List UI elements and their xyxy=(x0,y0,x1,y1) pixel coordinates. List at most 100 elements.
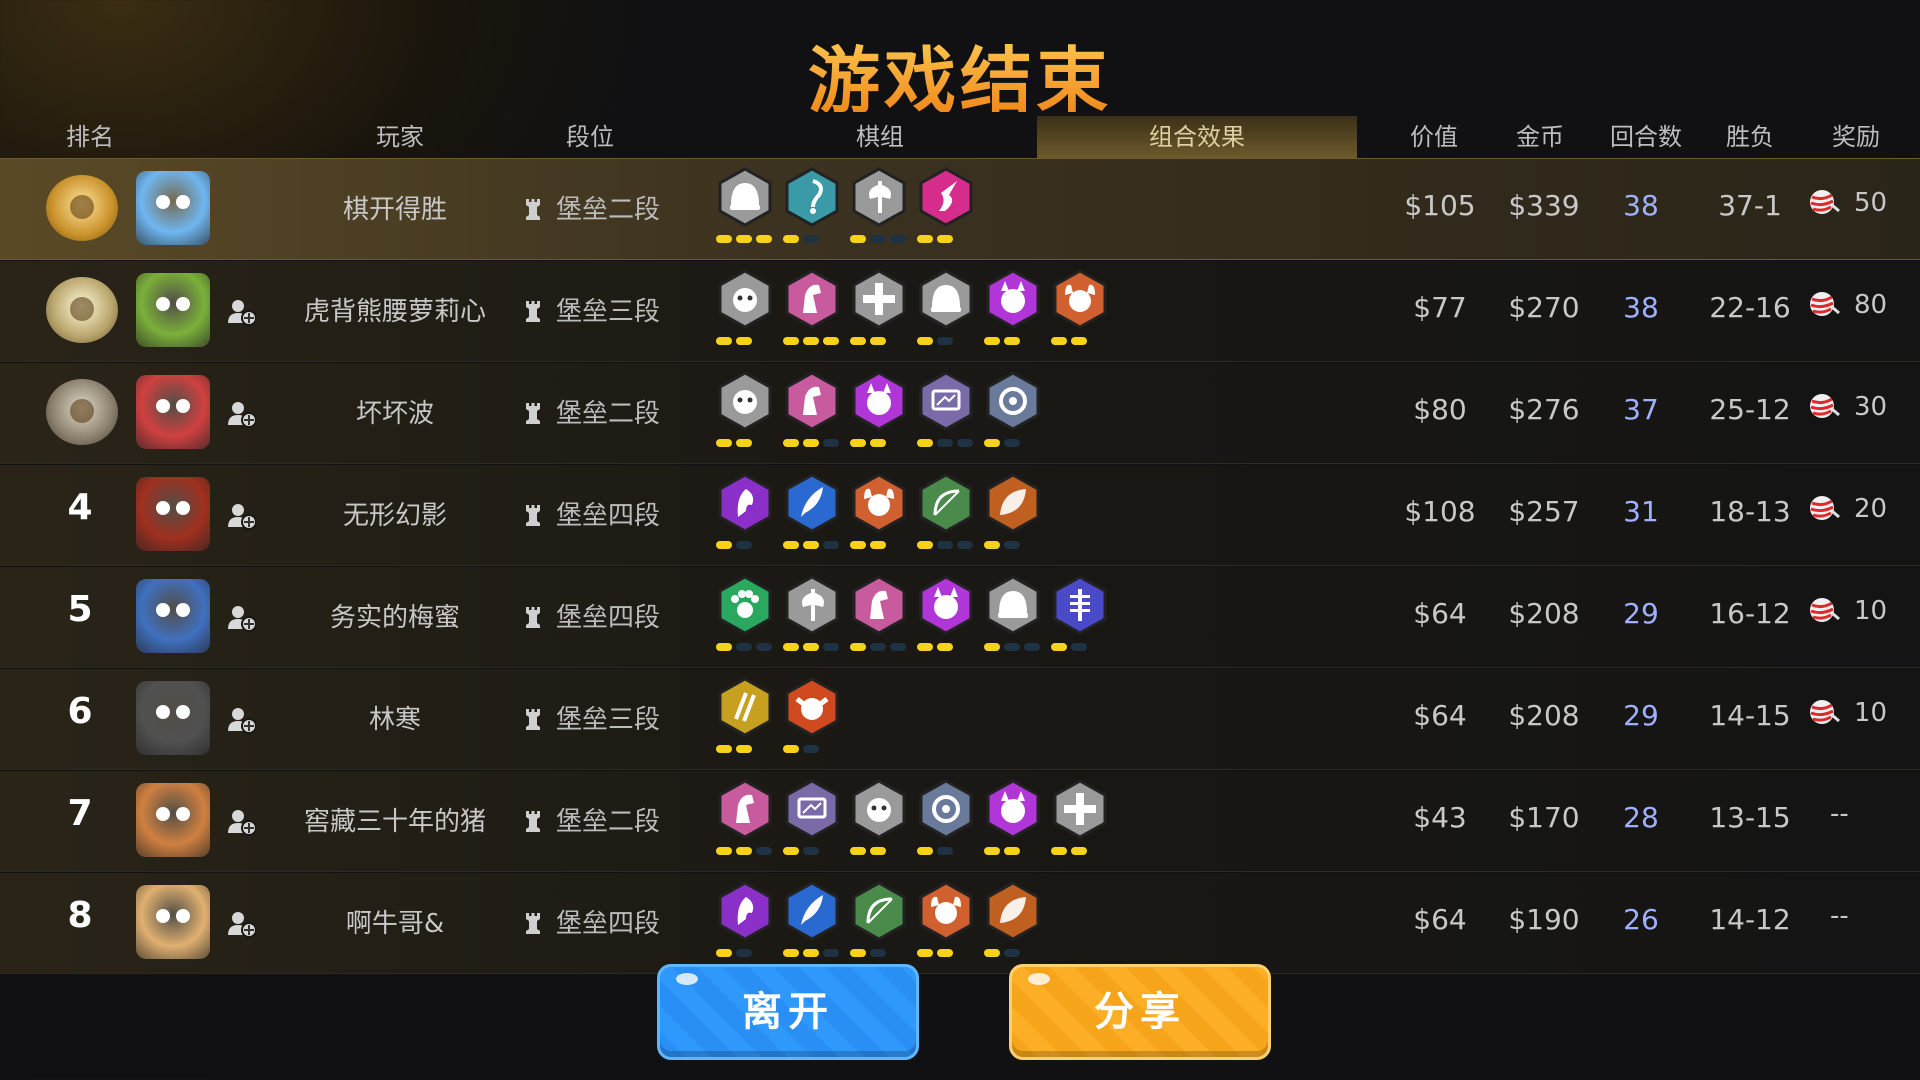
dragon-icon[interactable] xyxy=(917,779,975,839)
beast-icon[interactable] xyxy=(716,269,774,329)
demon-icon[interactable] xyxy=(917,575,975,635)
dragon-icon[interactable] xyxy=(984,371,1042,431)
flame-icon[interactable] xyxy=(917,167,975,227)
winloss-cell: 16-12 xyxy=(1709,597,1791,630)
rook-icon xyxy=(526,709,540,730)
silver-medal xyxy=(46,277,118,343)
tier-label: 堡垒二段 xyxy=(524,393,660,430)
beast-icon[interactable] xyxy=(716,371,774,431)
player-avatar[interactable] xyxy=(136,273,210,347)
bronze-medal xyxy=(46,379,118,445)
viking-icon[interactable] xyxy=(850,473,908,533)
synergy-level-bar xyxy=(716,847,772,855)
viking-icon[interactable] xyxy=(1051,269,1109,329)
leaf-icon[interactable] xyxy=(984,881,1042,941)
feather-icon[interactable] xyxy=(783,881,841,941)
header-player: 玩家 xyxy=(376,123,424,151)
gold-cell: $170 xyxy=(1508,801,1580,834)
player-avatar[interactable] xyxy=(136,375,210,449)
synergy-level-bar xyxy=(716,949,752,957)
axe-icon[interactable] xyxy=(850,167,908,227)
header-deck[interactable]: 棋组 xyxy=(820,116,940,158)
reward-amount: 30 xyxy=(1854,392,1888,422)
demon-icon[interactable] xyxy=(850,371,908,431)
add-friend-icon[interactable] xyxy=(226,705,256,735)
leave-button[interactable]: 离开 xyxy=(657,964,919,1060)
level-segment xyxy=(736,847,752,855)
demon-icon[interactable] xyxy=(984,269,1042,329)
claw-icon[interactable] xyxy=(716,677,774,737)
knight-icon[interactable] xyxy=(783,371,841,431)
player-avatar[interactable] xyxy=(136,885,210,959)
paw-icon[interactable] xyxy=(716,575,774,635)
helmet-icon[interactable] xyxy=(917,269,975,329)
bow-icon[interactable] xyxy=(917,473,975,533)
skeleton-icon[interactable] xyxy=(1051,575,1109,635)
player-avatar[interactable] xyxy=(136,681,210,755)
leave-button-label: 离开 xyxy=(742,989,834,1035)
level-segment xyxy=(1004,337,1020,345)
synergy-level-bar xyxy=(850,541,886,549)
add-friend-icon[interactable] xyxy=(226,501,256,531)
hook-icon[interactable] xyxy=(783,167,841,227)
tier-text: 堡垒三段 xyxy=(556,705,661,735)
header-synergy[interactable]: 组合效果 xyxy=(1037,116,1357,158)
value-cell: $64 xyxy=(1413,699,1467,732)
rounds-cell: 29 xyxy=(1623,597,1659,630)
mech-icon[interactable] xyxy=(917,371,975,431)
mage-icon[interactable] xyxy=(716,881,774,941)
level-segment xyxy=(1051,847,1067,855)
level-segment xyxy=(1071,643,1087,651)
add-friend-icon[interactable] xyxy=(226,909,256,939)
axe-icon[interactable] xyxy=(783,575,841,635)
add-friend-icon[interactable] xyxy=(226,807,256,837)
synergy-level-bar xyxy=(850,235,906,243)
candy-icon xyxy=(1810,292,1840,316)
knight-icon[interactable] xyxy=(850,575,908,635)
level-segment xyxy=(850,643,866,651)
bow-icon[interactable] xyxy=(850,881,908,941)
goblin-icon[interactable] xyxy=(783,677,841,737)
knight-icon[interactable] xyxy=(716,779,774,839)
level-segment xyxy=(917,337,933,345)
mage-icon[interactable] xyxy=(716,473,774,533)
level-segment xyxy=(1004,541,1020,549)
knight-icon[interactable] xyxy=(783,269,841,329)
tier-text: 堡垒四段 xyxy=(556,909,661,939)
reward-cell: -- xyxy=(1808,901,1920,931)
share-button-label: 分享 xyxy=(1094,989,1186,1035)
share-button[interactable]: 分享 xyxy=(1009,964,1271,1060)
add-friend-icon[interactable] xyxy=(226,297,256,327)
player-avatar[interactable] xyxy=(136,579,210,653)
level-segment xyxy=(850,847,866,855)
level-segment xyxy=(984,643,1000,651)
value-cell: $105 xyxy=(1404,189,1476,222)
player-avatar[interactable] xyxy=(136,783,210,857)
level-segment xyxy=(937,541,953,549)
mech-icon[interactable] xyxy=(783,779,841,839)
add-friend-icon[interactable] xyxy=(226,603,256,633)
viking-icon[interactable] xyxy=(917,881,975,941)
synergy-level-bar xyxy=(716,643,772,651)
level-segment xyxy=(1004,847,1020,855)
leaf-icon[interactable] xyxy=(984,473,1042,533)
cross-icon[interactable] xyxy=(850,269,908,329)
player-avatar[interactable] xyxy=(136,477,210,551)
helmet-icon[interactable] xyxy=(716,167,774,227)
level-segment xyxy=(1071,337,1087,345)
synergy-level-bar xyxy=(917,643,953,651)
beast-icon[interactable] xyxy=(850,779,908,839)
helmet-icon[interactable] xyxy=(984,575,1042,635)
level-segment xyxy=(823,643,839,651)
demon-icon[interactable] xyxy=(984,779,1042,839)
cross-icon[interactable] xyxy=(1051,779,1109,839)
rounds-cell: 31 xyxy=(1623,495,1659,528)
player-avatar[interactable] xyxy=(136,171,210,245)
add-friend-icon[interactable] xyxy=(226,399,256,429)
tier-text: 堡垒二段 xyxy=(556,399,661,429)
feather-icon[interactable] xyxy=(783,473,841,533)
synergy-level-bar xyxy=(850,847,886,855)
level-segment xyxy=(917,643,933,651)
level-segment xyxy=(870,847,886,855)
header-value: 价值 xyxy=(1410,123,1458,151)
